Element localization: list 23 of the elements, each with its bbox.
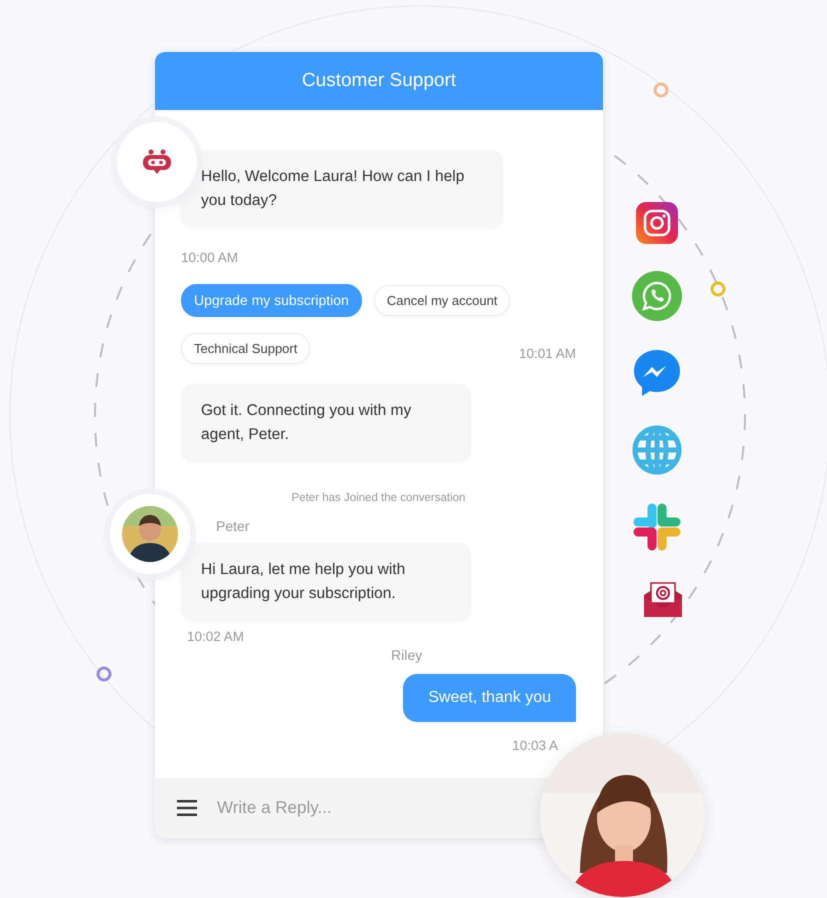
camera-icon[interactable] [636, 202, 678, 244]
message-bubble: Hi Laura, let me help you with upgrading your subscription. [181, 542, 471, 620]
sender-name: Peter [216, 516, 250, 536]
phone-chat-icon[interactable] [632, 271, 682, 321]
message-time: 10:00 AM [181, 248, 240, 266]
system-notice: Peter has Joined the conversation [290, 491, 466, 506]
ring-icon [710, 282, 726, 296]
message-bubble: Hello, Welcome Laura! How can I help you today? [181, 150, 503, 228]
menu-icon[interactable] [177, 800, 197, 816]
message-time: 10:01 AM [518, 345, 576, 363]
message-bubble: Got it. Connecting you with my agent, Peter. [181, 384, 471, 462]
sender-name: Riley [391, 646, 424, 665]
chat-title-bar: Customer Support [155, 52, 603, 110]
ring-icon [654, 82, 668, 98]
reply-option[interactable]: Cancel my account [374, 284, 510, 316]
reply-option[interactable]: Technical Support [181, 332, 310, 364]
chat-bubble-icon[interactable] [632, 348, 682, 398]
robot-icon [142, 148, 172, 174]
ring-icon [96, 666, 112, 682]
hash-icon[interactable] [632, 502, 682, 552]
message-time: 10:03 A [512, 736, 559, 755]
message-time: 10:02 AM [187, 628, 246, 646]
message-bubble: Sweet, thank you [403, 674, 576, 722]
